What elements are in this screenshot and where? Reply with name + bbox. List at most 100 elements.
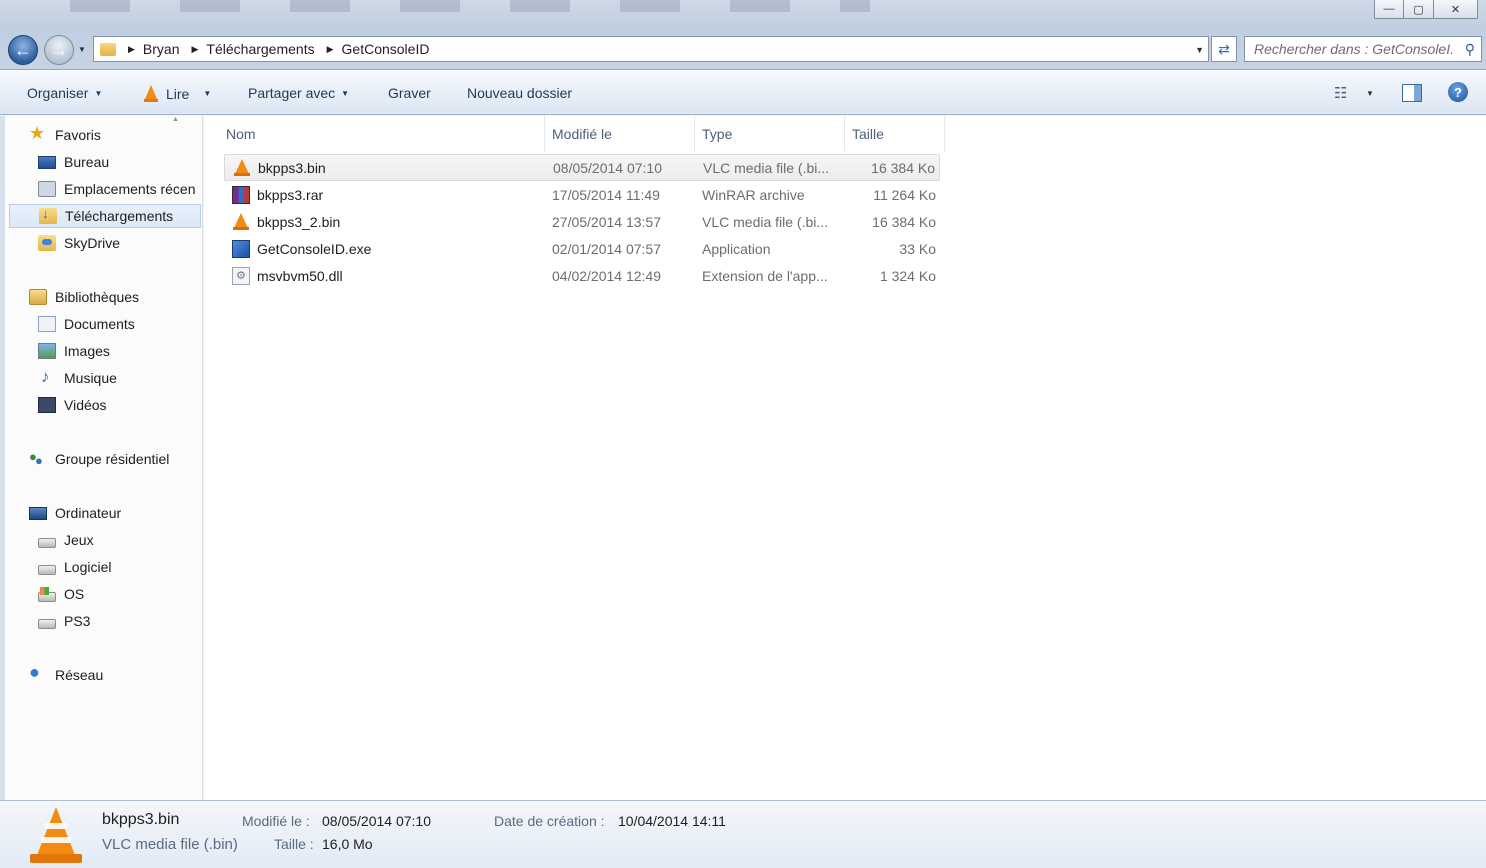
details-pane: bkpps3.bin VLC media file (.bin) Modifié… [0,800,1486,868]
column-header-type[interactable]: Type [696,116,845,151]
details-size-value: 16,0 Mo [322,836,373,852]
nav-favoris[interactable]: Favoris [29,123,101,147]
recent-places-icon [38,181,56,197]
file-type: Application [702,240,771,257]
music-icon [38,367,56,387]
nav-label: Groupe résidentiel [55,451,170,467]
lire-button[interactable]: Lire ▼ [144,85,211,102]
view-dropdown-icon[interactable]: ▼ [1366,89,1374,98]
details-modified-value: 08/05/2014 07:10 [322,813,431,829]
homegroup-icon [29,449,47,468]
nav-skydrive[interactable]: SkyDrive [38,231,120,255]
breadcrumb-telechargements[interactable]: Téléchargements [206,41,314,57]
chevron-down-icon: ▼ [94,88,103,98]
libraries-icon [29,289,47,305]
nav-videos[interactable]: Vidéos [38,393,107,417]
nav-images[interactable]: Images [38,339,110,363]
address-dropdown-icon[interactable]: ▼ [1195,45,1204,55]
breadcrumb-bryan[interactable]: Bryan [143,41,180,57]
nav-label: Logiciel [64,559,112,575]
partager-button[interactable]: Partager avec ▼ [248,85,349,101]
pictures-icon [38,343,56,359]
nav-groupe-residentiel[interactable]: Groupe résidentiel [29,447,169,471]
nav-reseau[interactable]: Réseau [29,662,104,687]
organiser-button[interactable]: Organiser ▼ [27,85,102,101]
file-name: msvbvm50.dll [257,267,343,284]
chevron-down-icon: ▼ [341,88,350,98]
file-type: VLC media file (.bi... [702,213,829,230]
computer-icon [29,506,47,520]
window-controls: — ▢ ✕ [1374,0,1478,19]
star-icon [29,123,47,144]
minimize-button[interactable]: — [1374,0,1404,19]
file-row[interactable]: bkpps3.bin 08/05/2014 07:10 VLC media fi… [224,154,940,181]
search-input[interactable] [1254,41,1454,57]
refresh-button[interactable]: ⇄ [1211,36,1237,62]
file-date: 17/05/2014 11:49 [552,186,660,203]
recent-pages-dropdown-icon[interactable]: ▼ [78,45,86,54]
chevron-down-icon: ▼ [203,89,212,98]
column-header-taille[interactable]: Taille [846,116,945,151]
nav-drive-jeux[interactable]: Jeux [38,528,94,552]
file-row[interactable]: bkpps3.rar 17/05/2014 11:49 WinRAR archi… [224,181,940,208]
file-row[interactable]: bkpps3_2.bin 27/05/2014 13:57 VLC media … [224,208,940,235]
column-label: Modifié le [552,125,612,142]
desktop-icon [38,155,56,169]
view-details-icon[interactable]: ☷ [1334,84,1347,102]
close-button[interactable]: ✕ [1434,0,1478,19]
back-button[interactable]: ← [8,35,38,65]
search-box[interactable]: ⚲ [1244,36,1482,62]
nav-musique[interactable]: Musique [38,366,117,390]
details-size-label: Taille : [274,836,314,852]
forward-button[interactable]: → [44,35,74,65]
nav-label: PS3 [64,613,91,629]
nav-drive-ps3[interactable]: PS3 [38,609,90,633]
address-bar[interactable]: ▶ Bryan ▶ Téléchargements ▶ GetConsoleID… [93,36,1209,62]
maximize-button[interactable]: ▢ [1404,0,1434,19]
nav-label: Bureau [64,154,110,170]
nav-label: Réseau [55,667,104,683]
file-row[interactable]: GetConsoleID.exe 02/01/2014 07:57 Applic… [224,235,940,262]
graver-label: Graver [388,85,431,101]
nav-documents[interactable]: Documents [38,312,135,336]
chevron-right-icon[interactable]: ▶ [128,44,135,55]
nav-drive-logiciel[interactable]: Logiciel [38,555,111,579]
file-date: 27/05/2014 13:57 [552,213,661,230]
column-header-modifie[interactable]: Modifié le [546,116,695,151]
network-icon [29,662,47,683]
file-row[interactable]: msvbvm50.dll 04/02/2014 12:49 Extension … [224,262,940,289]
search-icon[interactable]: ⚲ [1465,41,1475,58]
nav-drive-os[interactable]: OS [38,582,84,606]
nav-label: SkyDrive [64,235,121,251]
graver-button[interactable]: Graver [388,85,431,101]
command-bar: Organiser ▼ Lire ▼ Partager avec ▼ Graver N… [0,70,1486,115]
file-size: 1 324 Ko [879,267,936,284]
details-file-name: bkpps3.bin [102,811,180,828]
vlc-file-icon [233,158,251,177]
file-date: 02/01/2014 07:57 [552,240,661,257]
file-type: VLC media file (.bi... [703,159,830,176]
preview-pane-icon[interactable] [1402,84,1422,102]
breadcrumb-getconsoleid[interactable]: GetConsoleID [342,41,430,57]
titlebar-background [70,0,870,12]
column-label: Type [702,125,733,142]
nav-label: Bibliothèques [55,289,140,305]
nav-emplacements-recents[interactable]: Emplacements récen [38,177,196,201]
file-size: 16 384 Ko [872,213,936,230]
nav-bureau[interactable]: Bureau [38,150,109,174]
nav-bibliotheques[interactable]: Bibliothèques [29,285,139,309]
vlc-cone-icon [30,807,82,863]
chevron-right-icon[interactable]: ▶ [327,44,334,55]
file-type: Extension de l'app... [702,267,828,284]
documents-icon [38,316,56,332]
chevron-right-icon[interactable]: ▶ [192,44,199,55]
details-file-type: VLC media file (.bin) [102,836,238,853]
drive-icon [38,537,56,548]
help-icon[interactable]: ? [1448,82,1468,102]
refresh-icon: ⇄ [1218,40,1230,57]
nav-telechargements[interactable]: Téléchargements [9,204,201,228]
nav-label: Emplacements récen [64,181,196,197]
nouveau-dossier-button[interactable]: Nouveau dossier [467,85,572,101]
nav-ordinateur[interactable]: Ordinateur [29,501,121,525]
column-header-nom[interactable]: Nom [220,116,545,151]
